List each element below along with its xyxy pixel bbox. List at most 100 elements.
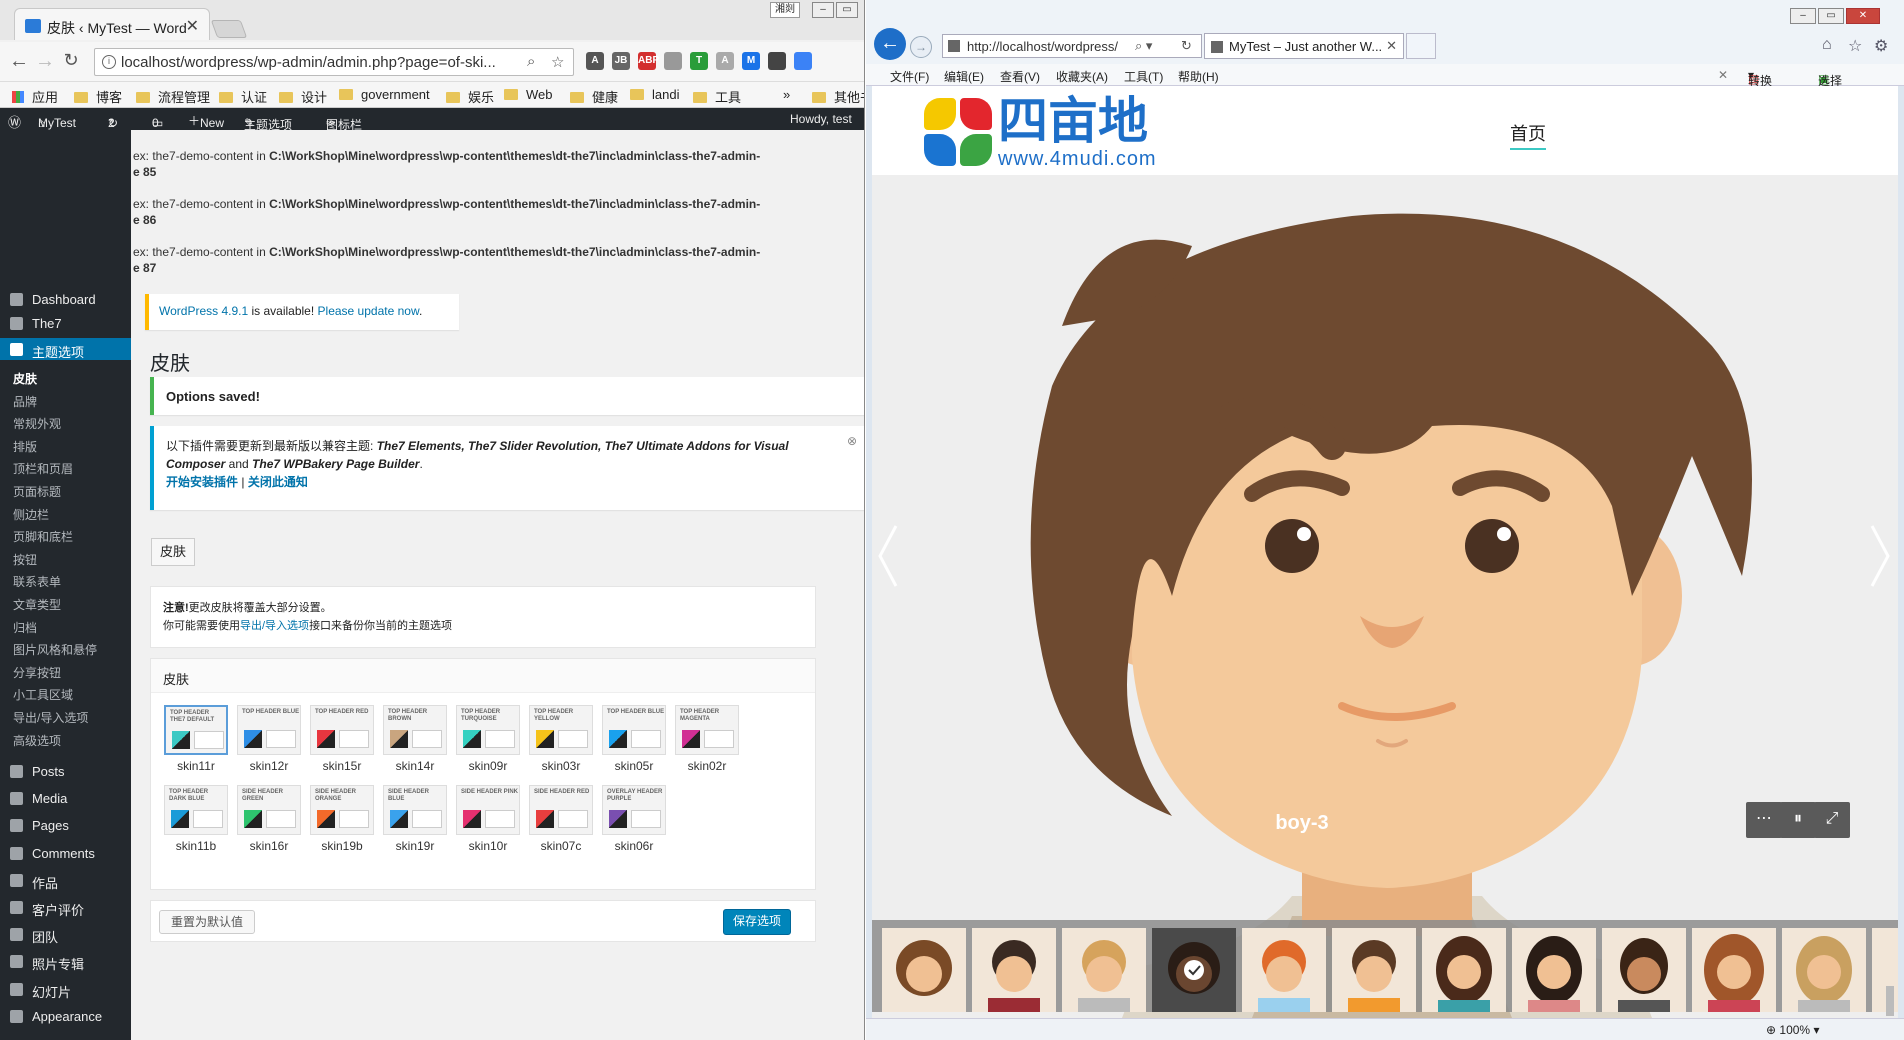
bookmark-star-icon[interactable]: ☆ — [551, 53, 564, 71]
submenu-item[interactable]: 页脚和底栏 — [0, 524, 131, 546]
dismiss-icon[interactable]: ⊗ — [847, 432, 857, 450]
pocket-icon[interactable] — [768, 52, 786, 70]
menu-item[interactable]: Appearance — [0, 1005, 131, 1027]
home-icon[interactable]: ⌂ — [1822, 36, 1832, 54]
thumbnail[interactable] — [882, 928, 966, 1012]
thumbnail[interactable] — [1872, 928, 1898, 1012]
site-logo-icon[interactable] — [924, 98, 992, 166]
m-icon[interactable]: M — [742, 52, 760, 70]
submenu-item[interactable]: 页面标题 — [0, 479, 131, 501]
menu-view[interactable]: 查看(V) — [1000, 68, 1040, 85]
install-plugins-link[interactable]: 开始安装插件 — [166, 475, 238, 489]
menu-item[interactable]: 照片专辑 — [0, 950, 131, 972]
info-icon[interactable]: i — [102, 55, 116, 69]
skin-option[interactable]: top header brown skin14r — [382, 705, 448, 779]
scrollbar-thumb[interactable] — [1886, 986, 1894, 1016]
reload-icon[interactable]: ↻ — [60, 50, 82, 71]
favorites-star-icon[interactable]: ☆ — [1848, 36, 1862, 56]
new-tab-button[interactable] — [1406, 33, 1436, 59]
submenu-item[interactable]: 排版 — [0, 434, 131, 456]
back-arrow-icon[interactable]: ← — [874, 28, 906, 60]
submenu-item[interactable]: 皮肤 — [0, 366, 131, 388]
update-now-link[interactable]: Please update now — [318, 304, 419, 318]
adblock-icon[interactable]: ABP — [638, 52, 659, 70]
skin-option[interactable]: top header dark blue skin11b — [163, 785, 229, 859]
skin-option[interactable]: top header magenta skin02r — [674, 705, 740, 779]
convert-button[interactable]: ▤ 转换 ▾ — [1748, 68, 1772, 88]
thumbnail[interactable] — [1332, 928, 1416, 1012]
close-tab-icon[interactable]: ✕ — [186, 16, 199, 36]
skin-option[interactable]: top header turquoise skin09r — [455, 705, 521, 779]
menu-item[interactable]: Posts — [0, 760, 131, 782]
thumbnails-toggle-icon[interactable]: ⋯ — [1746, 802, 1782, 838]
search-icon[interactable]: ⌕ ▾ — [1135, 38, 1152, 54]
thumbnail-selected[interactable] — [1152, 928, 1236, 1012]
menu-item[interactable]: Media — [0, 787, 131, 809]
bookmark-folder[interactable]: landi — [630, 87, 679, 102]
skin-option[interactable]: top header red skin15r — [309, 705, 375, 779]
back-arrow-icon[interactable]: ← — [8, 50, 30, 73]
new-tab-button[interactable] — [210, 20, 248, 38]
angular-icon[interactable]: A — [586, 52, 604, 70]
save-options-button[interactable]: 保存选项 — [723, 909, 791, 935]
submenu-item[interactable]: 图片风格和悬停 — [0, 637, 131, 659]
submenu-item[interactable]: 按钮 — [0, 547, 131, 569]
menu-item[interactable]: Comments — [0, 842, 131, 864]
grey-a-icon[interactable]: A — [716, 52, 734, 70]
ie-address-bar[interactable]: http://localhost/wordpress/ ⌕ ▾ ↻ — [942, 34, 1202, 58]
submenu-item[interactable]: 联系表单 — [0, 569, 131, 591]
minimize-button[interactable]: – — [812, 2, 834, 18]
thumbnail[interactable] — [1242, 928, 1326, 1012]
menu-item[interactable]: 客户评价 — [0, 896, 131, 918]
skin-option[interactable]: side header blue skin19r — [382, 785, 448, 859]
menu-item[interactable]: Pages — [0, 814, 131, 836]
wordpress-logo-icon[interactable]: Ⓦ — [8, 112, 21, 131]
minimize-button[interactable]: – — [1790, 8, 1816, 24]
menu-dashboard[interactable]: Dashboard — [0, 288, 131, 310]
forward-arrow-icon[interactable]: → — [34, 50, 56, 73]
gear-icon[interactable]: ⚙ — [1874, 36, 1888, 56]
bookmark-folder[interactable]: 娱乐 — [446, 87, 494, 106]
submenu-item[interactable]: 文章类型 — [0, 592, 131, 614]
thumbnail[interactable] — [1602, 928, 1686, 1012]
close-window-button[interactable]: ✕ — [1846, 8, 1880, 24]
thumbnail[interactable] — [1062, 928, 1146, 1012]
submenu-item[interactable]: 高级选项 — [0, 728, 131, 750]
maximize-button[interactable]: ▭ — [836, 2, 858, 18]
site-logo-title[interactable]: 四亩地 — [998, 94, 1148, 148]
menu-help[interactable]: 帮助(H) — [1178, 68, 1219, 85]
chrome-tab[interactable]: 皮肤 ‹ MyTest — Word ✕ — [14, 8, 210, 40]
menu-favorites[interactable]: 收藏夹(A) — [1056, 68, 1108, 85]
dismiss-notice-link[interactable]: 关闭此通知 — [248, 475, 308, 489]
thumbnail[interactable] — [972, 928, 1056, 1012]
pause-icon[interactable]: ⏸ — [1780, 802, 1816, 838]
bookmark-folder[interactable]: 博客 — [74, 87, 122, 106]
skin-option[interactable]: side header green skin16r — [236, 785, 302, 859]
menu-theme-options[interactable]: 主题选项 — [0, 338, 131, 360]
bookmark-folder[interactable]: 健康 — [570, 87, 618, 106]
jb-icon[interactable]: JB — [612, 52, 630, 70]
grey-ext-icon[interactable] — [664, 52, 682, 70]
shield-ext-icon[interactable]: T — [690, 52, 708, 70]
howdy-link[interactable]: Howdy, test — [790, 112, 852, 126]
bookmark-folder[interactable]: 设计 — [279, 87, 327, 106]
thumbnail[interactable] — [1782, 928, 1866, 1012]
wp-version-link[interactable]: WordPress 4.9.1 — [159, 304, 248, 318]
thumbnail[interactable] — [1512, 928, 1596, 1012]
bookmark-folder[interactable]: 认证 — [219, 87, 267, 106]
bookmark-folder[interactable]: 工具 — [693, 87, 741, 106]
tab-skin[interactable]: 皮肤 — [151, 538, 195, 566]
menu-the7[interactable]: The7 — [0, 312, 131, 334]
new-link[interactable]: ＋ New — [188, 112, 224, 130]
submenu-item[interactable]: 分享按钮 — [0, 660, 131, 682]
export-import-link[interactable]: 导出/导入选项 — [240, 620, 309, 632]
bookmark-folder[interactable]: 其他书 — [812, 87, 864, 106]
bookmark-folder[interactable]: government — [339, 87, 430, 102]
skin-option[interactable]: top header blue skin05r — [601, 705, 667, 779]
menu-edit[interactable]: 编辑(E) — [944, 68, 984, 85]
nav-home[interactable]: 首页 — [1510, 120, 1546, 150]
submenu-item[interactable]: 常规外观 — [0, 411, 131, 433]
skin-option[interactable]: top header yellow skin03r — [528, 705, 594, 779]
submenu-item[interactable]: 顶栏和页眉 — [0, 456, 131, 478]
refresh-icon[interactable]: ↻ — [1181, 38, 1192, 54]
